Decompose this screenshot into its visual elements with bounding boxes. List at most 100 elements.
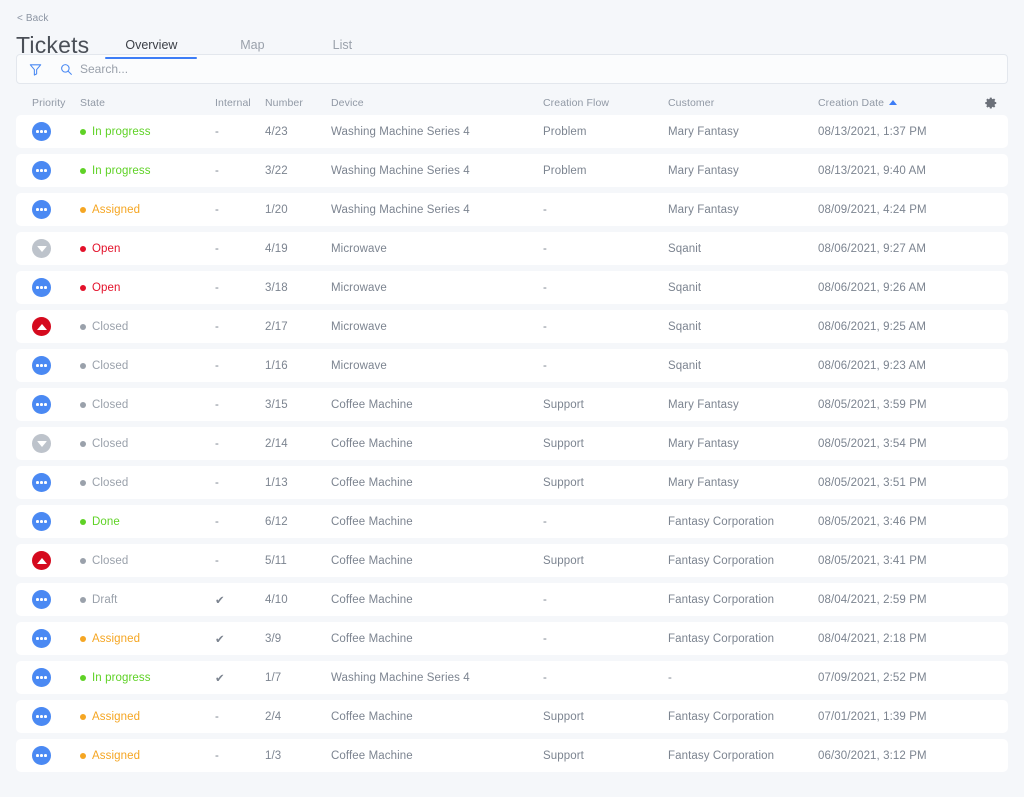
column-header-creation-date[interactable]: Creation Date <box>818 97 984 109</box>
priority-medium-icon[interactable] <box>32 122 51 141</box>
table-row[interactable]: Draft ✔ 4/10 Coffee Machine - Fantasy Corpora… <box>16 583 1008 616</box>
cell-internal: ✔ <box>215 594 225 607</box>
priority-medium-icon[interactable] <box>32 746 51 765</box>
dots-glyph <box>36 715 47 718</box>
funnel-icon[interactable] <box>29 63 42 76</box>
table-row[interactable]: Closed - 1/16 Microwave - Sqanit 08/06/2021, 9… <box>16 349 1008 382</box>
table-header: Priority State Internal Number Device Cr… <box>16 91 1008 115</box>
column-header-number[interactable]: Number <box>264 97 331 109</box>
table-row[interactable]: Closed - 3/15 Coffee Machine Support Mary Fan… <box>16 388 1008 421</box>
cell-internal: - <box>215 710 219 723</box>
priority-medium-icon[interactable] <box>32 629 51 648</box>
priority-medium-icon[interactable] <box>32 707 51 726</box>
cell-number: 2/17 <box>265 320 288 333</box>
cell-creation-flow: - <box>543 203 547 216</box>
cell-customer: Fantasy Corporation <box>668 749 775 762</box>
cell-internal: - <box>215 242 219 255</box>
dots-glyph <box>36 520 47 523</box>
priority-medium-icon[interactable] <box>32 590 51 609</box>
cell-creation-date: 08/05/2021, 3:59 PM <box>818 398 927 411</box>
column-header-internal[interactable]: Internal <box>213 97 264 109</box>
priority-low-icon[interactable] <box>32 239 51 258</box>
cell-state: Closed <box>80 477 213 489</box>
cell-state: Assigned <box>80 750 213 762</box>
cell-device: Washing Machine Series 4 <box>331 671 470 684</box>
cell-creation-date: 08/06/2021, 9:23 AM <box>818 359 927 372</box>
priority-medium-icon[interactable] <box>32 278 51 297</box>
cell-internal: - <box>215 398 219 411</box>
status-badge: Closed <box>92 437 129 450</box>
cell-device: Coffee Machine <box>331 749 413 762</box>
tab-overview[interactable]: Overview <box>105 38 198 59</box>
cell-state: Closed <box>80 360 213 372</box>
status-badge: Assigned <box>92 749 141 762</box>
table-row[interactable]: Assigned - 1/20 Washing Machine Series 4 - Ma… <box>16 193 1008 226</box>
cell-customer: Fantasy Corporation <box>668 632 775 645</box>
magnifier-icon <box>42 63 73 76</box>
cell-customer: Sqanit <box>668 359 702 372</box>
cell-internal: ✔ <box>215 672 225 685</box>
status-dot <box>80 440 86 447</box>
page-title: Tickets <box>16 32 90 58</box>
dots-glyph <box>36 208 47 211</box>
column-header-creation-flow[interactable]: Creation Flow <box>543 97 668 109</box>
status-badge: In progress <box>92 164 151 177</box>
status-badge: Closed <box>92 320 129 333</box>
priority-high-icon[interactable] <box>32 551 51 570</box>
cell-customer: Mary Fantasy <box>668 398 739 411</box>
priority-low-icon[interactable] <box>32 434 51 453</box>
priority-medium-icon[interactable] <box>32 200 51 219</box>
search-input[interactable] <box>80 55 995 83</box>
cell-device: Coffee Machine <box>331 593 413 606</box>
priority-medium-icon[interactable] <box>32 512 51 531</box>
cell-internal: - <box>215 515 219 528</box>
dots-glyph <box>36 637 47 640</box>
column-header-priority[interactable]: Priority <box>20 97 80 109</box>
cell-internal: ✔ <box>215 633 225 646</box>
cell-priority <box>20 473 80 492</box>
priority-medium-icon[interactable] <box>32 161 51 180</box>
table-row[interactable]: Closed - 5/11 Coffee Machine Support Fantasy … <box>16 544 1008 577</box>
status-dot <box>80 596 86 603</box>
status-dot <box>80 167 86 174</box>
status-badge: Assigned <box>92 632 141 645</box>
table-row[interactable]: In progress - 3/22 Washing Machine Series 4… <box>16 154 1008 187</box>
table-row[interactable]: Assigned - 2/4 Coffee Machine Support Fantasy… <box>16 700 1008 733</box>
cell-creation-flow: - <box>543 632 547 645</box>
back-link[interactable]: < Back <box>16 13 48 25</box>
column-header-customer[interactable]: Customer <box>668 97 818 109</box>
table-row[interactable]: Closed - 1/13 Coffee Machine Support Mary Fan… <box>16 466 1008 499</box>
cell-device: Coffee Machine <box>331 476 413 489</box>
cell-creation-date: 08/04/2021, 2:18 PM <box>818 632 927 645</box>
status-badge: Assigned <box>92 203 141 216</box>
status-dot <box>80 518 86 525</box>
column-header-device[interactable]: Device <box>331 97 543 109</box>
table-row[interactable]: Closed - 2/17 Microwave - Sqanit 08/06/2021, 9… <box>16 310 1008 343</box>
tab-list[interactable]: List <box>303 38 381 59</box>
table-row[interactable]: Assigned - 1/3 Coffee Machine Support Fantasy… <box>16 739 1008 772</box>
priority-medium-icon[interactable] <box>32 473 51 492</box>
table-row[interactable]: Done - 6/12 Coffee Machine - Fantasy Corporat… <box>16 505 1008 538</box>
tickets-table-body: In progress - 4/23 Washing Machine Series 4… <box>16 115 1008 772</box>
table-row[interactable]: In progress ✔ 1/7 Washing Machine Series 4 -… <box>16 661 1008 694</box>
table-row[interactable]: In progress - 4/23 Washing Machine Series 4… <box>16 115 1008 148</box>
table-row[interactable]: Closed - 2/14 Coffee Machine Support Mary Fan… <box>16 427 1008 460</box>
dots-glyph <box>36 130 47 133</box>
priority-medium-icon[interactable] <box>32 668 51 687</box>
priority-medium-icon[interactable] <box>32 356 51 375</box>
table-row[interactable]: Open - 3/18 Microwave - Sqanit 08/06/2021, 9:2… <box>16 271 1008 304</box>
status-badge: Draft <box>92 593 118 606</box>
priority-medium-icon[interactable] <box>32 395 51 414</box>
tab-map[interactable]: Map <box>211 38 293 59</box>
column-header-state[interactable]: State <box>80 97 213 109</box>
status-dot <box>80 284 86 291</box>
cell-creation-date: 08/05/2021, 3:46 PM <box>818 515 927 528</box>
cell-creation-date: 08/05/2021, 3:51 PM <box>818 476 927 489</box>
status-dot <box>80 713 86 720</box>
priority-high-icon[interactable] <box>32 317 51 336</box>
table-row[interactable]: Open - 4/19 Microwave - Sqanit 08/06/2021, 9:2… <box>16 232 1008 265</box>
dots-glyph <box>36 598 47 601</box>
table-row[interactable]: Assigned ✔ 3/9 Coffee Machine - Fantasy Corpo… <box>16 622 1008 655</box>
status-badge: Closed <box>92 398 129 411</box>
table-settings-button[interactable] <box>984 96 1004 110</box>
